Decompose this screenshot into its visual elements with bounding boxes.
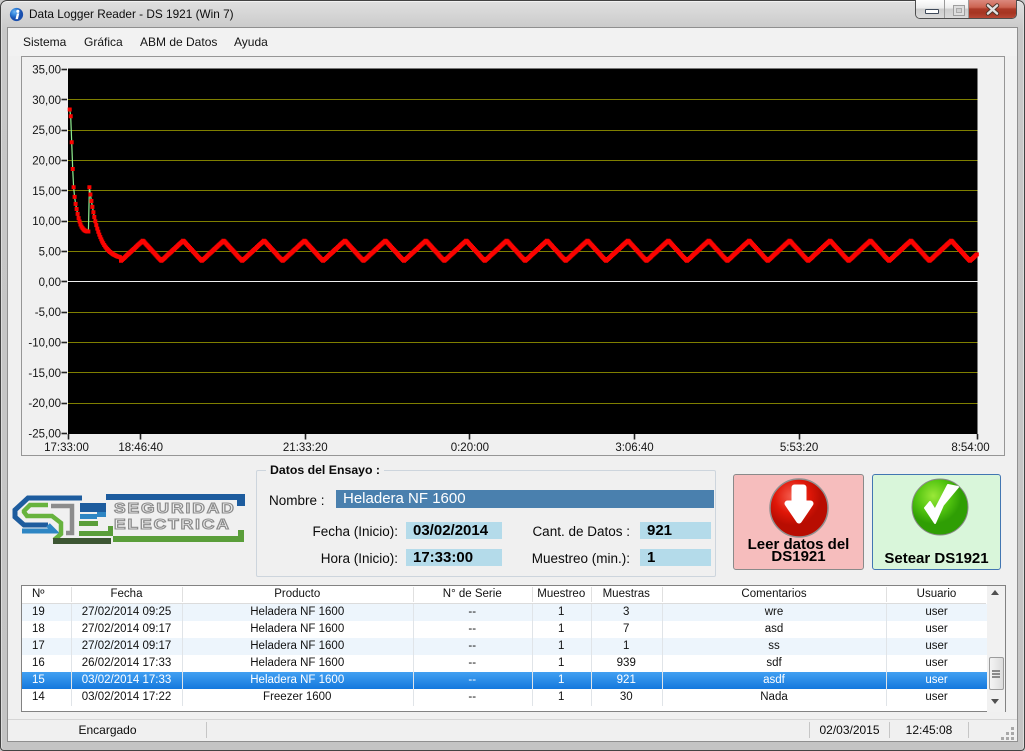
- svg-text:15,00: 15,00: [32, 185, 61, 197]
- svg-text:3:06:40: 3:06:40: [615, 442, 653, 454]
- svg-text:0,00: 0,00: [39, 276, 61, 288]
- svg-text:18:46:40: 18:46:40: [118, 442, 163, 454]
- svg-text:8:54:00: 8:54:00: [951, 442, 989, 454]
- svg-text:5,00: 5,00: [39, 246, 61, 258]
- svg-text:5:53:20: 5:53:20: [780, 442, 818, 454]
- svg-text:25,00: 25,00: [32, 125, 61, 137]
- svg-text:0:20:00: 0:20:00: [451, 442, 489, 454]
- svg-text:-5,00: -5,00: [35, 307, 61, 319]
- svg-text:-25,00: -25,00: [28, 428, 61, 440]
- svg-text:-15,00: -15,00: [28, 367, 61, 379]
- svg-text:35,00: 35,00: [32, 64, 61, 76]
- svg-text:10,00: 10,00: [32, 216, 61, 228]
- svg-text:-10,00: -10,00: [28, 337, 61, 349]
- svg-text:21:33:20: 21:33:20: [283, 442, 328, 454]
- svg-text:17:33:00: 17:33:00: [44, 442, 89, 454]
- svg-text:30,00: 30,00: [32, 94, 61, 106]
- svg-text:-20,00: -20,00: [28, 398, 61, 410]
- svg-text:20,00: 20,00: [32, 155, 61, 167]
